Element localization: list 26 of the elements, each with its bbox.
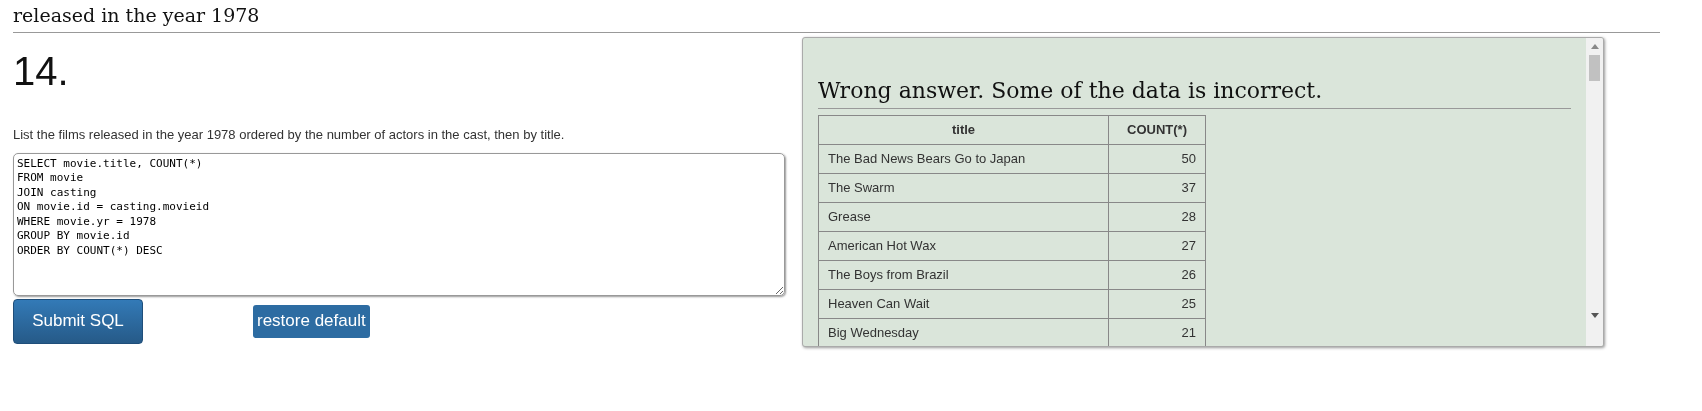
scrollbar[interactable] [1586, 38, 1603, 346]
table-cell: 27 [1108, 231, 1206, 261]
table-cell: The Boys from Brazil [818, 260, 1109, 290]
table-cell: 28 [1108, 202, 1206, 232]
table-cell: 26 [1108, 260, 1206, 290]
table-cell: 37 [1108, 173, 1206, 203]
submit-sql-button[interactable]: Submit SQL [13, 298, 143, 344]
table-cell: 25 [1108, 289, 1206, 319]
question-prompt: List the films released in the year 1978 ordered by the number of actors in the cast, then by title. [13, 126, 565, 144]
column-header: title [818, 115, 1109, 145]
table-cell: American Hot Wax [818, 231, 1109, 261]
table-cell: Big Wednesday [818, 318, 1109, 346]
table-cell: The Swarm [818, 173, 1109, 203]
scroll-down-icon[interactable] [1590, 313, 1599, 318]
result-message: Wrong answer. Some of the data is incorrect. [818, 77, 1323, 105]
table-cell: Grease [818, 202, 1109, 232]
column-header: COUNT(*) [1108, 115, 1206, 145]
question-number: 14. [13, 48, 69, 95]
restore-default-button[interactable]: restore default [253, 304, 370, 338]
table-cell: The Bad News Bears Go to Japan [818, 144, 1109, 174]
section-heading: released in the year 1978 [13, 3, 260, 28]
table-cell: 50 [1108, 144, 1206, 174]
scrollbar-thumb[interactable] [1589, 55, 1600, 81]
table-cell: Heaven Can Wait [818, 289, 1109, 319]
sql-input-field[interactable]: SELECT movie.title, COUNT(*) FROM movie JOIN casting ON movie.id = casting.movieid WHERE movie.yr = 1978 GROUP BY movie.id ORDER BY COUNT(*) DESC [13, 152, 785, 296]
scroll-up-icon[interactable] [1590, 44, 1599, 49]
